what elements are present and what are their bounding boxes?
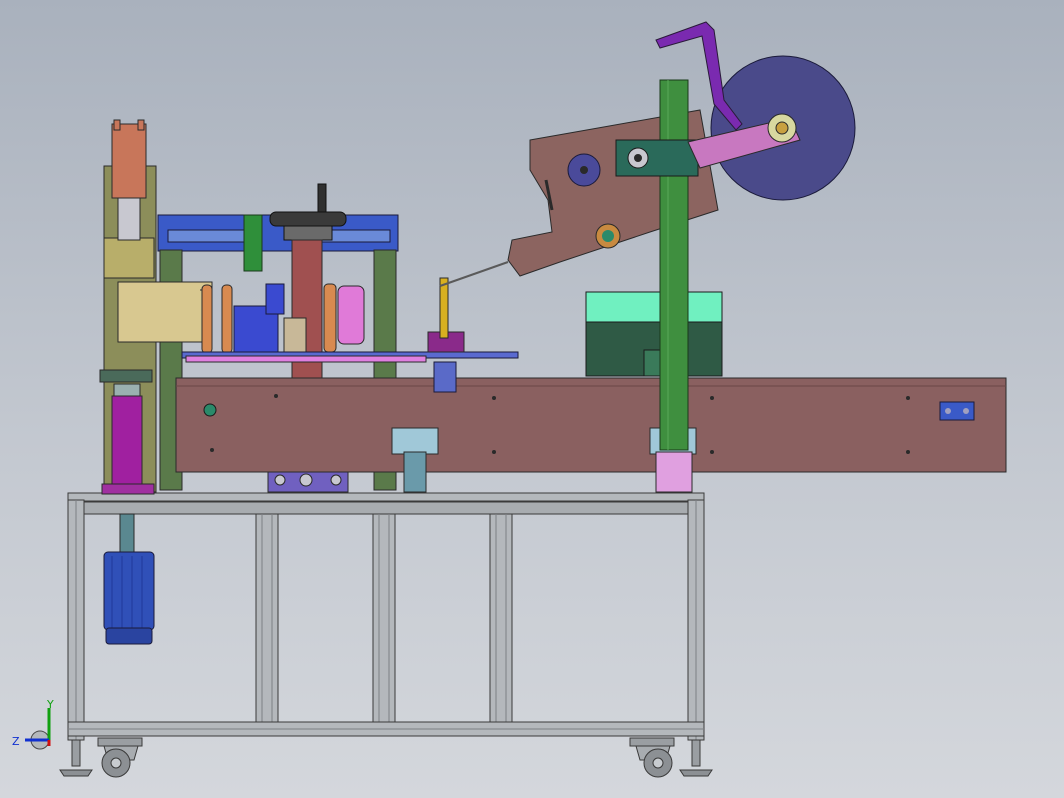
belt-housing (117, 281, 213, 343)
caster-right (629, 737, 675, 778)
base-frame (67, 492, 705, 741)
axis-triad: Y Z (12, 698, 54, 750)
drive-motor (103, 513, 155, 645)
pressing-block (233, 283, 285, 355)
leveling-foot-left (59, 739, 93, 777)
guard-box (585, 291, 723, 377)
z-axis-label: Z (12, 735, 20, 748)
machine-drawing[interactable]: Y Z (0, 0, 1064, 798)
leveling-foot-right (679, 739, 713, 777)
conveyor-belt (175, 377, 1007, 473)
cad-viewport[interactable]: Y Z (0, 0, 1064, 798)
caster-left (97, 737, 143, 778)
post-clamp (615, 139, 699, 177)
y-axis-label: Y (46, 698, 54, 711)
green-post (659, 79, 689, 451)
